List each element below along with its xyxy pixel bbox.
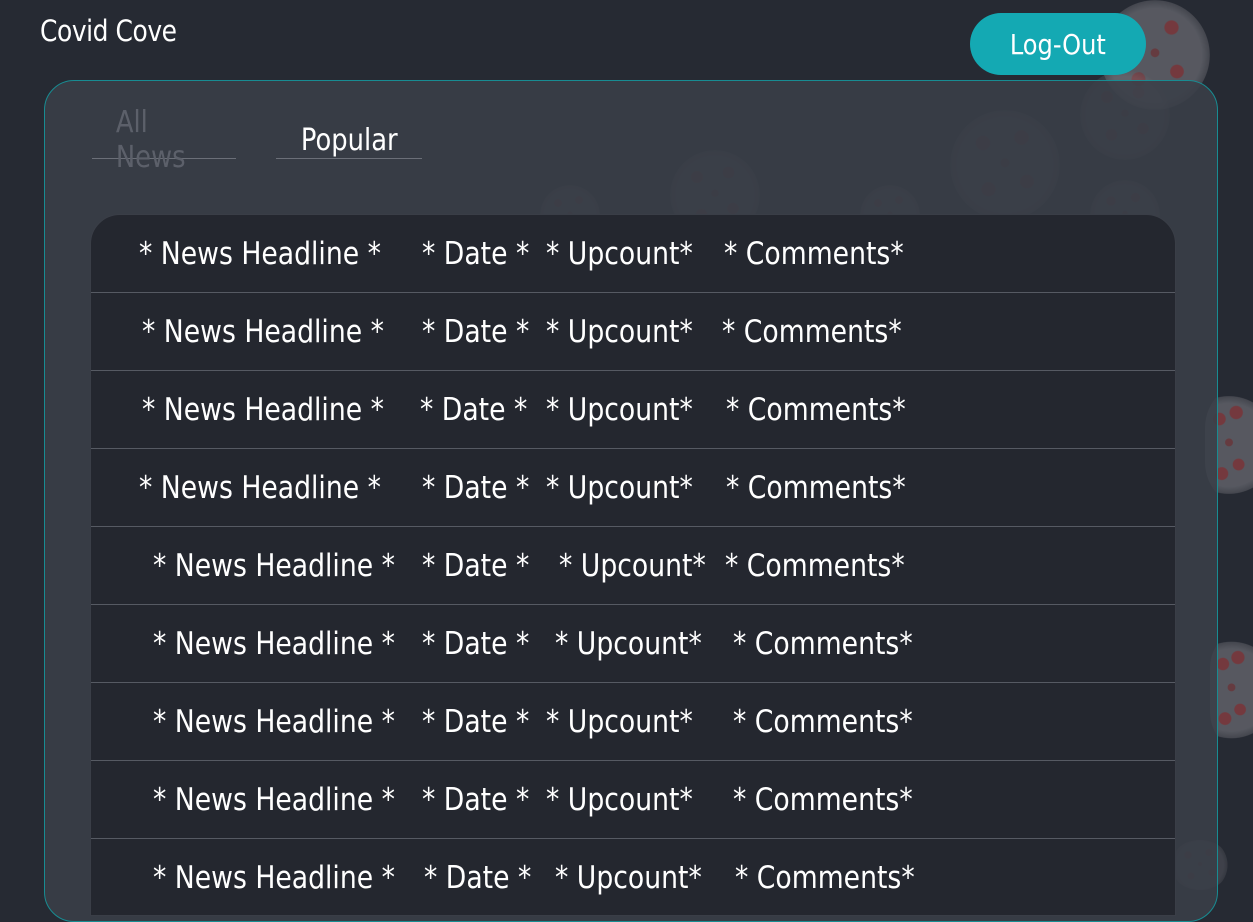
- news-date: * Date *: [422, 547, 530, 584]
- logout-label: Log-Out: [1009, 27, 1107, 61]
- news-comments[interactable]: * Comments*: [733, 704, 913, 740]
- news-comments[interactable]: * Comments*: [724, 236, 904, 272]
- news-row[interactable]: * News Headline * * Date * * Upcount* * …: [91, 371, 1175, 449]
- news-comments[interactable]: * Comments*: [735, 860, 915, 896]
- news-headline[interactable]: * News Headline *: [153, 704, 395, 740]
- news-headline[interactable]: * News Headline *: [139, 236, 381, 272]
- news-date: * Date *: [420, 391, 528, 428]
- tab-all-news[interactable]: All News: [92, 105, 236, 175]
- news-row[interactable]: * News Headline * * Date * * Upcount* * …: [91, 605, 1175, 683]
- news-headline[interactable]: * News Headline *: [153, 782, 395, 818]
- news-date: * Date *: [422, 781, 530, 818]
- news-row[interactable]: * News Headline * * Date * * Upcount* * …: [91, 293, 1175, 371]
- news-row[interactable]: * News Headline * * Date * * Upcount* * …: [91, 683, 1175, 761]
- news-upcount: * Upcount*: [546, 391, 693, 428]
- news-row[interactable]: * News Headline * * Date * * Upcount* * …: [91, 761, 1175, 839]
- news-headline[interactable]: * News Headline *: [142, 314, 384, 350]
- news-comments[interactable]: * Comments*: [725, 548, 905, 584]
- news-upcount: * Upcount*: [546, 235, 693, 272]
- news-upcount: * Upcount*: [555, 625, 702, 662]
- news-row[interactable]: * News Headline * * Date * * Upcount* * …: [91, 839, 1175, 915]
- news-date: * Date *: [422, 235, 530, 272]
- news-comments[interactable]: * Comments*: [722, 314, 902, 350]
- news-headline[interactable]: * News Headline *: [153, 626, 395, 662]
- news-headline[interactable]: * News Headline *: [153, 548, 395, 584]
- news-comments[interactable]: * Comments*: [726, 470, 906, 506]
- news-headline[interactable]: * News Headline *: [153, 860, 395, 896]
- news-date: * Date *: [422, 469, 530, 506]
- news-row[interactable]: * News Headline * * Date * * Upcount* * …: [91, 449, 1175, 527]
- news-date: * Date *: [422, 625, 530, 662]
- news-upcount: * Upcount*: [546, 781, 693, 818]
- news-comments[interactable]: * Comments*: [726, 392, 906, 428]
- news-list: * News Headline * * Date * * Upcount* * …: [90, 214, 1176, 916]
- app-title: Covid Cove: [40, 14, 177, 48]
- news-upcount: * Upcount*: [546, 703, 693, 740]
- tab-label: Popular: [300, 122, 398, 158]
- tab-label: All News: [115, 105, 186, 175]
- news-row[interactable]: * News Headline * * Date * * Upcount* * …: [91, 527, 1175, 605]
- news-upcount: * Upcount*: [546, 313, 693, 350]
- news-upcount: * Upcount*: [555, 859, 702, 896]
- news-headline[interactable]: * News Headline *: [142, 392, 384, 428]
- news-upcount: * Upcount*: [559, 547, 706, 584]
- news-date: * Date *: [424, 859, 532, 896]
- news-comments[interactable]: * Comments*: [733, 782, 913, 818]
- news-date: * Date *: [422, 313, 530, 350]
- logout-button[interactable]: Log-Out: [970, 13, 1146, 75]
- news-upcount: * Upcount*: [546, 469, 693, 506]
- news-headline[interactable]: * News Headline *: [139, 470, 381, 506]
- tab-popular[interactable]: Popular: [276, 122, 422, 159]
- news-comments[interactable]: * Comments*: [733, 626, 913, 662]
- news-row[interactable]: * News Headline * * Date * * Upcount* * …: [91, 215, 1175, 293]
- news-date: * Date *: [422, 703, 530, 740]
